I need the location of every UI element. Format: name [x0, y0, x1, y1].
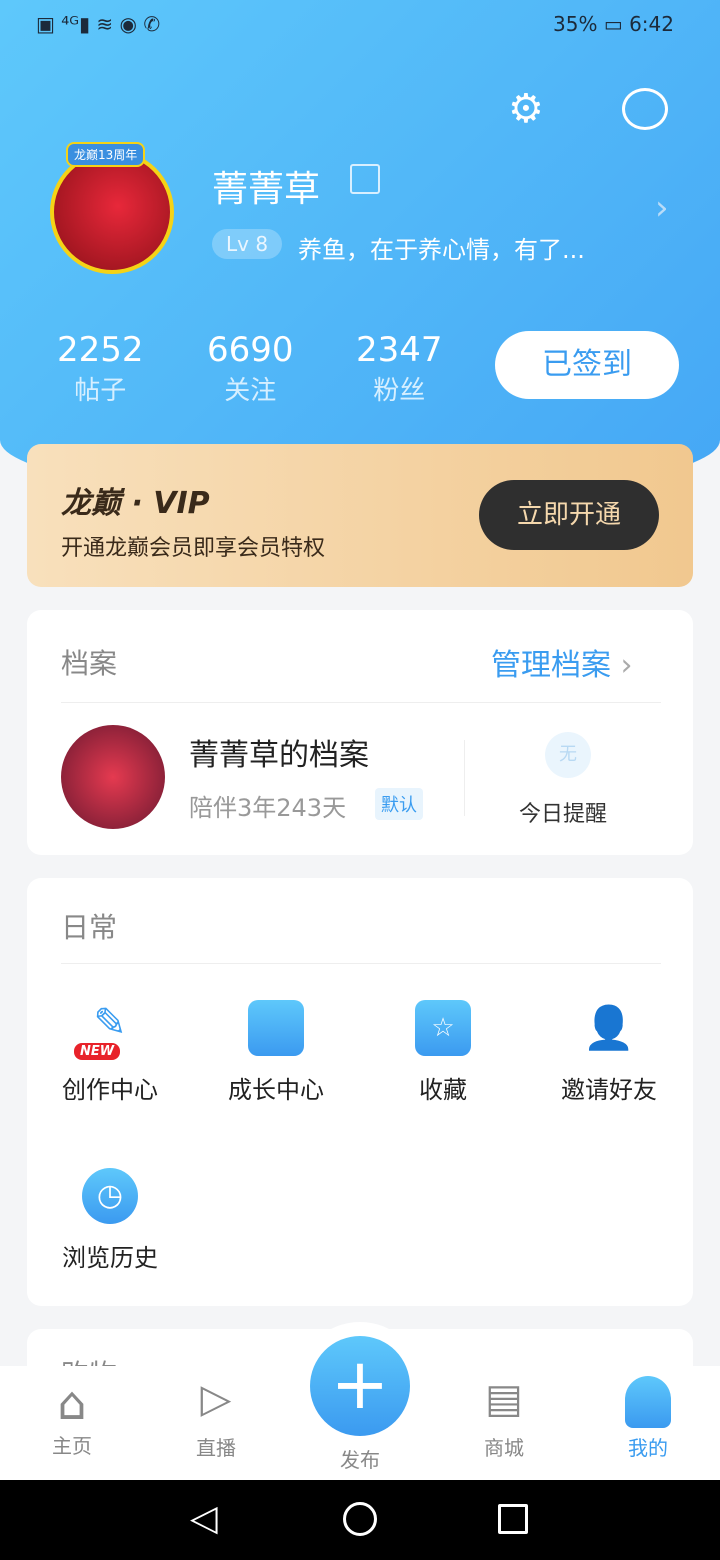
archive-name[interactable]: 菁菁草的档案	[189, 730, 369, 774]
archive-avatar[interactable]	[61, 725, 165, 829]
manage-archive-link[interactable]: 管理档案 ›	[491, 640, 633, 684]
growth-chart-icon	[248, 1000, 304, 1056]
archive-card: 档案 管理档案 › 菁菁草的档案 陪伴3年243天 默认 无 今日提醒	[27, 610, 693, 855]
stat-following[interactable]: 6690 关注	[207, 330, 294, 407]
archive-duration: 陪伴3年243天	[189, 794, 347, 822]
avatar[interactable]	[50, 150, 174, 274]
system-nav-bar: ◁	[0, 1480, 720, 1560]
tab-mine[interactable]: 我的	[598, 1376, 698, 1461]
battery-icon: ▭	[603, 12, 623, 36]
edit-icon[interactable]	[350, 164, 380, 194]
reminder-badge: 无	[545, 732, 591, 778]
vip-open-button[interactable]: 立即开通	[479, 480, 659, 550]
back-icon[interactable]: ◁	[190, 1498, 218, 1539]
message-icon[interactable]	[622, 88, 668, 130]
divider	[61, 963, 661, 964]
tab-mall[interactable]: ▤ 商城	[454, 1376, 554, 1461]
invite-friends[interactable]: 👤 邀请好友	[534, 1000, 684, 1105]
daily-card: 日常 NEW ✎ 创作中心 成长中心 ☆ 收藏 👤 邀请好友 ◷ 浏览历史	[27, 878, 693, 1306]
avatar-badge: 龙巅13周年	[66, 142, 146, 167]
archive-title: 档案	[61, 647, 118, 680]
publish-plus-button[interactable]: +	[310, 1336, 410, 1436]
tab-live[interactable]: ▷ 直播	[166, 1376, 266, 1461]
default-tag: 默认	[375, 788, 423, 820]
store-icon: ▤	[485, 1376, 523, 1422]
vip-banner[interactable]: 龙巅 · VIP 开通龙巅会员即享会员特权 立即开通	[27, 444, 693, 587]
home-circle-icon[interactable]	[343, 1502, 377, 1536]
tv-play-icon: ▷	[200, 1376, 232, 1422]
growth-center[interactable]: 成长中心	[201, 1000, 351, 1105]
clock-icon: ◷	[82, 1168, 138, 1224]
stat-fans[interactable]: 2347 粉丝	[356, 330, 443, 407]
vip-title: 龙巅 · VIP	[61, 486, 210, 521]
vip-subtitle: 开通龙巅会员即享会员特权	[61, 536, 326, 561]
recents-icon[interactable]	[498, 1504, 528, 1534]
daily-title: 日常	[61, 911, 118, 944]
tab-home[interactable]: ⌂ 主页	[22, 1376, 122, 1459]
browse-history[interactable]: ◷ 浏览历史	[35, 1168, 185, 1273]
pen-icon: NEW ✎	[74, 1000, 138, 1060]
checkin-button[interactable]: 已签到	[495, 331, 679, 399]
settings-gear-icon[interactable]: ⚙	[508, 86, 544, 132]
bio: 养鱼，在于养心情，有了...	[298, 236, 585, 264]
chevron-right-icon[interactable]: ›	[655, 188, 669, 228]
user-icon	[625, 1376, 671, 1428]
add-user-icon: 👤	[582, 1003, 636, 1052]
username: 菁菁草	[212, 169, 321, 210]
star-folder-icon: ☆	[415, 1000, 471, 1056]
creation-center[interactable]: NEW ✎ 创作中心	[35, 1000, 185, 1105]
favorites[interactable]: ☆ 收藏	[368, 1000, 518, 1105]
chevron-right-icon: ›	[620, 648, 633, 683]
divider	[61, 702, 661, 703]
status-icons: ▣ ⁴ᴳ▮ ≋ ◉ ✆	[36, 12, 161, 36]
level-badge: Lv 8	[212, 229, 283, 259]
home-icon: ⌂	[57, 1376, 87, 1430]
stat-posts[interactable]: 2252 帖子	[57, 330, 144, 407]
battery-percent: 35%	[553, 12, 598, 36]
divider	[464, 740, 465, 816]
today-reminder[interactable]: 今日提醒	[519, 796, 607, 828]
clock-time: 6:42	[629, 12, 674, 36]
